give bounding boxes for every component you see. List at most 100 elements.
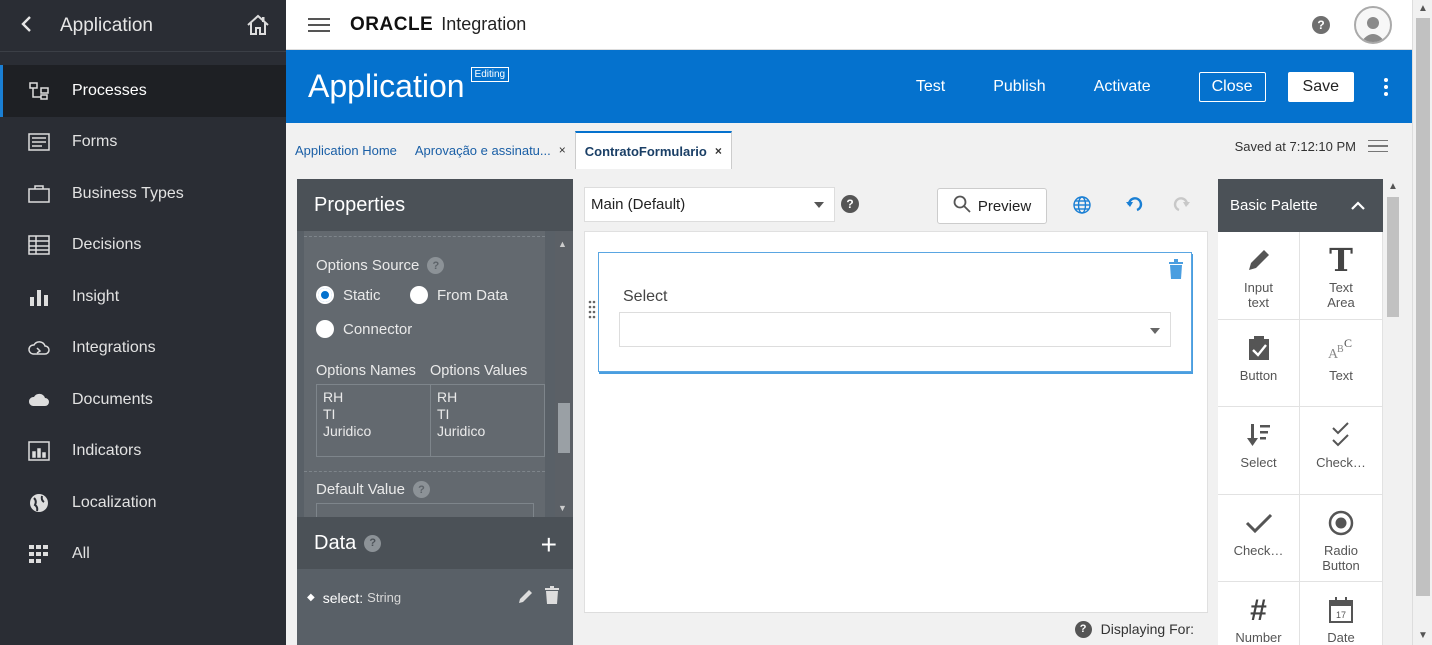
- sidebar-item-localization[interactable]: Localization: [0, 477, 286, 529]
- tab-label: Application Home: [295, 142, 397, 158]
- data-item[interactable]: ◆ select: String: [297, 569, 573, 645]
- palette-item-date[interactable]: 17 Date: [1300, 582, 1383, 645]
- cloud-sync-icon: [26, 337, 52, 359]
- chevron-down-icon: [1150, 328, 1160, 334]
- palette-item-radio-button[interactable]: Radio Button: [1300, 494, 1383, 582]
- properties-scrollbar[interactable]: ▲ ▼: [555, 231, 573, 517]
- palette-item-text-area[interactable]: T Text Area: [1300, 232, 1383, 320]
- activate-button[interactable]: Activate: [1094, 78, 1151, 96]
- radio-connector[interactable]: Connector: [316, 320, 412, 338]
- default-value-label: Default Value: [316, 481, 405, 498]
- preview-label: Preview: [977, 197, 1032, 215]
- edit-pencil-icon[interactable]: [517, 587, 535, 608]
- layout-select-value: Main (Default): [591, 196, 686, 213]
- sidebar-item-processes[interactable]: Processes: [0, 65, 286, 117]
- checkmark-icon: [1245, 505, 1273, 541]
- palette-item-button[interactable]: Button: [1218, 319, 1300, 407]
- save-button[interactable]: Save: [1287, 71, 1354, 102]
- hamburger-menu-icon[interactable]: [308, 14, 330, 36]
- radio-from-data-label: From Data: [437, 286, 508, 304]
- select-dropdown[interactable]: [619, 312, 1171, 347]
- radio-on-icon[interactable]: [316, 286, 334, 304]
- sidebar-item-insight[interactable]: Insight: [0, 271, 286, 323]
- radio-static[interactable]: Static: [316, 286, 381, 304]
- layout-select[interactable]: Main (Default): [584, 187, 835, 222]
- sidebar-item-business-types[interactable]: Business Types: [0, 168, 286, 220]
- radio-off-icon[interactable]: [316, 320, 334, 338]
- sidebar-item-label: Localization: [72, 493, 157, 511]
- palette-header[interactable]: Basic Palette: [1218, 179, 1383, 232]
- palette-scrollbar[interactable]: ▲: [1384, 179, 1402, 645]
- drag-handle-icon[interactable]: [588, 300, 596, 325]
- palette-item-number[interactable]: # Number: [1218, 582, 1300, 645]
- palette-item-checklist[interactable]: Check…: [1300, 407, 1383, 495]
- help-icon[interactable]: ?: [427, 257, 445, 274]
- application-header: Application Editing Test Publish Activat…: [286, 50, 1412, 123]
- palette-item-label: Button: [1239, 367, 1278, 383]
- help-icon[interactable]: ?: [364, 534, 382, 552]
- radio-off-icon[interactable]: [410, 286, 428, 304]
- trash-icon[interactable]: [1169, 259, 1183, 284]
- tab-contrato-formulario[interactable]: ContratoFormulario ×: [574, 131, 732, 169]
- close-button[interactable]: Close: [1198, 71, 1266, 102]
- publish-button[interactable]: Publish: [993, 78, 1045, 96]
- help-icon[interactable]: ?: [1074, 620, 1092, 638]
- palette-item-label: Check…: [1233, 542, 1284, 558]
- text-icon: ABC: [1327, 330, 1355, 366]
- sidebar-item-integrations[interactable]: Integrations: [0, 323, 286, 375]
- home-icon[interactable]: [246, 14, 270, 38]
- palette-item-input-text[interactable]: Input text: [1218, 232, 1300, 320]
- select-field-label: Select: [623, 288, 668, 305]
- editing-badge: Editing: [470, 67, 510, 82]
- tab-aprovacao[interactable]: Aprovação e assinatu... ×: [406, 131, 575, 169]
- select-field-control[interactable]: Select: [598, 252, 1192, 372]
- palette-item-label: Select: [1240, 455, 1277, 470]
- help-icon[interactable]: ?: [1312, 15, 1330, 34]
- add-data-icon[interactable]: +: [541, 529, 557, 561]
- close-tab-icon[interactable]: ×: [715, 144, 722, 158]
- text-area-icon: T: [1329, 240, 1353, 279]
- window-scroll-thumb[interactable]: [1416, 18, 1430, 596]
- palette-item-label: Check…: [1316, 455, 1366, 470]
- svg-text:B: B: [1337, 344, 1344, 355]
- avatar[interactable]: [1354, 5, 1392, 44]
- tab-application-home[interactable]: Application Home: [286, 131, 406, 169]
- sidebar-item-label: Indicators: [72, 442, 142, 460]
- test-button[interactable]: Test: [916, 78, 945, 96]
- sidebar-item-indicators[interactable]: Indicators: [0, 426, 286, 478]
- sidebar-item-all[interactable]: All: [0, 529, 286, 581]
- data-title: Data: [314, 531, 357, 554]
- undo-icon[interactable]: [1125, 195, 1143, 218]
- sidebar-item-decisions[interactable]: Decisions: [0, 220, 286, 272]
- preview-button[interactable]: Preview: [937, 188, 1047, 224]
- globe-icon[interactable]: [1072, 195, 1092, 220]
- radio-connector-label: Connector: [343, 320, 413, 338]
- sidebar-item-label: Decisions: [72, 236, 142, 254]
- trash-icon[interactable]: [545, 586, 559, 607]
- redo-icon[interactable]: [1173, 195, 1191, 218]
- list-menu-icon[interactable]: [1368, 136, 1388, 157]
- palette-item-text[interactable]: ABC Text: [1300, 319, 1383, 407]
- more-options-icon[interactable]: [1384, 77, 1388, 96]
- options-values-textarea[interactable]: RH TI Juridico: [430, 385, 544, 456]
- tab-label: ContratoFormulario: [584, 143, 707, 159]
- options-names-textarea[interactable]: RH TI Juridico: [317, 385, 430, 456]
- radio-from-data[interactable]: From Data: [410, 286, 508, 304]
- palette-item-label: Text: [1329, 367, 1353, 383]
- close-tab-icon[interactable]: ×: [559, 143, 566, 157]
- sidebar-item-forms[interactable]: Forms: [0, 117, 286, 169]
- sidebar-item-documents[interactable]: Documents: [0, 374, 286, 426]
- window-scrollbar[interactable]: ▲ ▼: [1412, 0, 1432, 645]
- forms-icon: [26, 131, 52, 153]
- back-chevron-icon[interactable]: [20, 13, 44, 39]
- hash-icon: #: [1250, 593, 1267, 627]
- help-icon[interactable]: ?: [412, 481, 430, 498]
- palette-item-checkbox[interactable]: Check…: [1218, 494, 1300, 582]
- palette-item-select[interactable]: Select: [1218, 407, 1300, 495]
- palette-scroll-thumb[interactable]: [1387, 197, 1399, 317]
- data-item-name: select:: [322, 590, 364, 606]
- help-icon[interactable]: ?: [841, 195, 859, 213]
- briefcase-icon: [26, 183, 52, 205]
- radio-icon: [1327, 505, 1355, 541]
- chevron-up-icon[interactable]: [1351, 197, 1365, 214]
